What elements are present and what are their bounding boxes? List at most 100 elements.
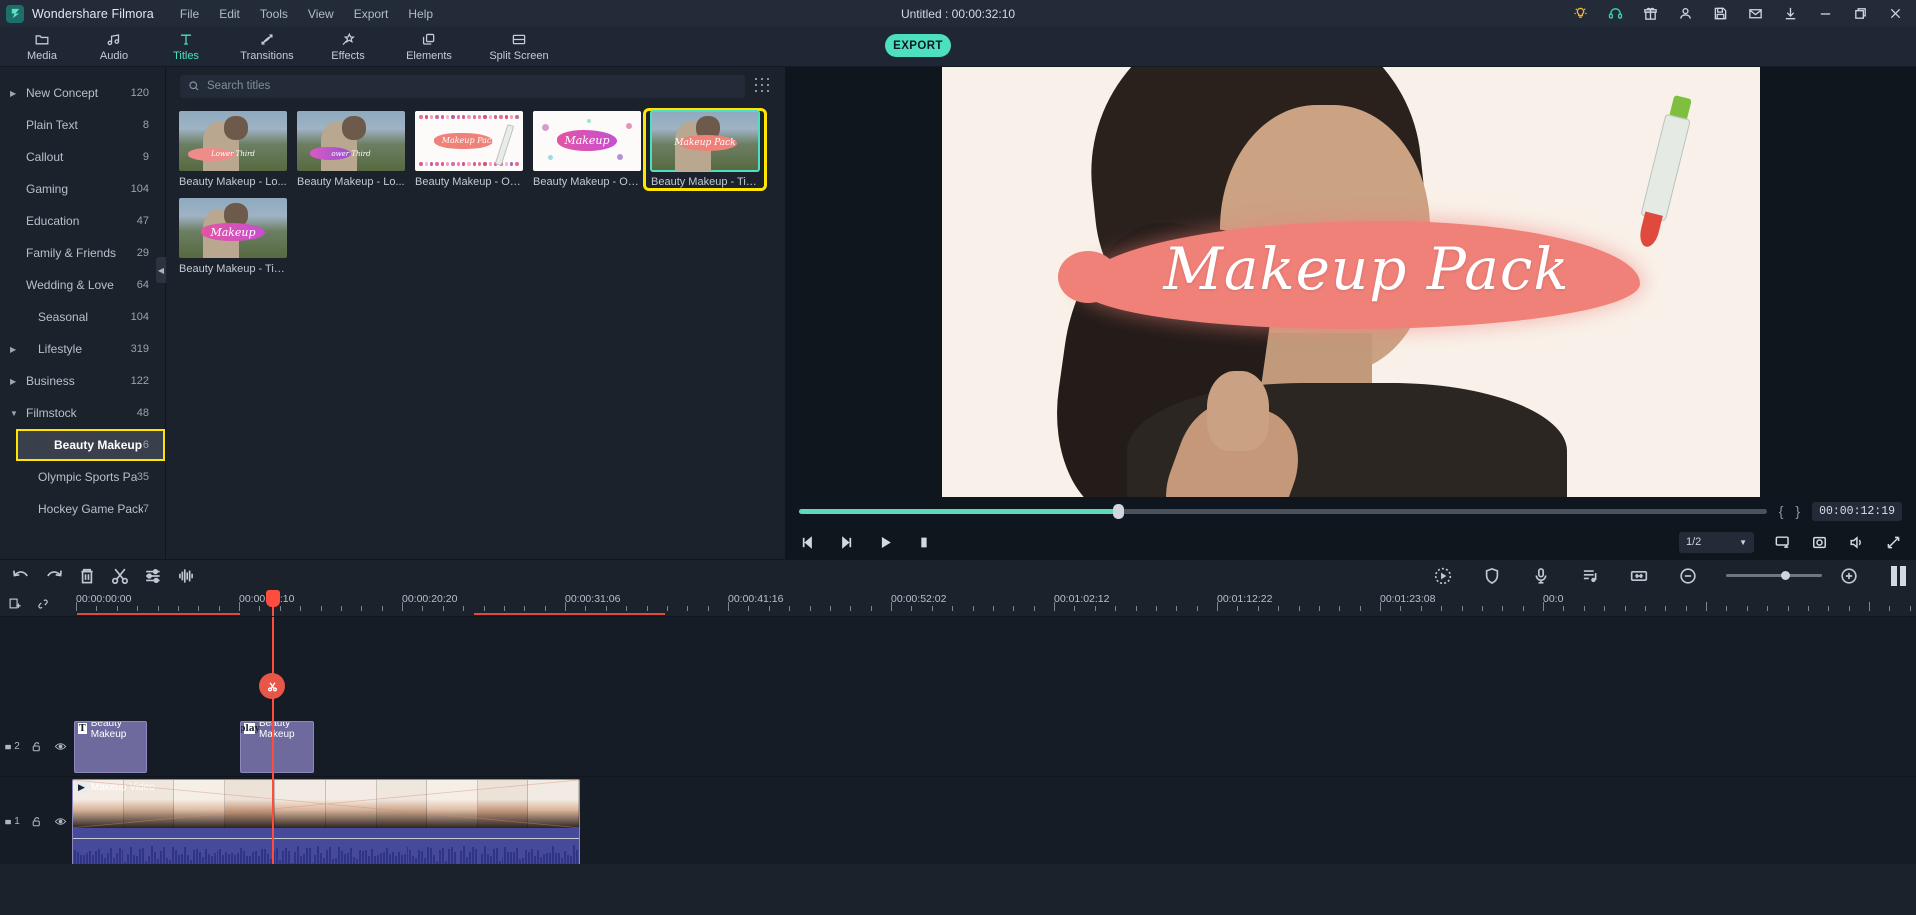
thumbnail-word: Makeup xyxy=(564,133,610,147)
track-row-2[interactable]: 2 T Beauty Makeup play Beauty Makeup xyxy=(0,717,1916,777)
record-button[interactable] xyxy=(1432,566,1454,586)
mark-out-button[interactable]: } xyxy=(1795,503,1800,519)
gift-icon[interactable] xyxy=(1642,5,1659,22)
chevron-down-icon[interactable]: ▼ xyxy=(10,409,22,418)
play-button[interactable] xyxy=(877,534,894,551)
tab-split-screen[interactable]: Split Screen xyxy=(474,32,564,62)
marker-button[interactable] xyxy=(1481,566,1503,586)
sidebar-item-beauty-makeup-p[interactable]: Beauty Makeup P.6 xyxy=(16,429,165,461)
redo-button[interactable] xyxy=(43,566,65,586)
title-thumbnail[interactable]: Makeup Beauty Makeup - Titl... xyxy=(174,198,292,275)
zoom-slider-handle[interactable] xyxy=(1781,571,1791,580)
lightbulb-icon[interactable] xyxy=(1572,5,1589,22)
stop-button[interactable] xyxy=(916,534,933,551)
menu-view[interactable]: View xyxy=(308,7,334,21)
chevron-right-icon[interactable]: ▶ xyxy=(10,89,22,98)
timeline-clip-title-2[interactable]: play Beauty Makeup xyxy=(240,721,314,773)
seek-handle[interactable] xyxy=(1113,503,1125,519)
sidebar-item-new-concept[interactable]: ▶ New Concept 120 xyxy=(0,77,165,109)
title-thumbnail[interactable]: ower Third Beauty Makeup - Lo... xyxy=(292,111,410,188)
menu-edit[interactable]: Edit xyxy=(219,7,240,21)
timeline-clip-video-1[interactable]: ▶ Makeup Video xyxy=(72,779,580,864)
ratio-dropdown[interactable]: 1/2 ▼ xyxy=(1679,531,1754,553)
timeline-tracks[interactable]: 2 T Beauty Makeup play Beauty Makeup 1 ▶… xyxy=(0,617,1916,864)
minimize-icon[interactable] xyxy=(1817,5,1834,22)
sidebar-item-family-friends[interactable]: Family & Friends 29 xyxy=(0,237,165,269)
chevron-right-icon[interactable]: ▶ xyxy=(10,345,22,354)
track-visibility-button-1[interactable] xyxy=(48,815,72,828)
sidebar-item-plain-text[interactable]: Plain Text 8 xyxy=(0,109,165,141)
tab-titles[interactable]: Titles xyxy=(150,32,222,62)
menu-export[interactable]: Export xyxy=(354,7,389,21)
close-icon[interactable] xyxy=(1887,5,1904,22)
settings-button[interactable] xyxy=(142,566,164,586)
preview-stage[interactable]: Makeup Pack xyxy=(785,67,1916,497)
ruler-playhead[interactable] xyxy=(266,590,280,616)
track-head-1: 1 xyxy=(0,777,72,864)
delete-button[interactable] xyxy=(76,566,98,586)
previous-frame-button[interactable] xyxy=(799,534,816,551)
tab-transitions[interactable]: Transitions xyxy=(222,32,312,62)
grid-dots-icon[interactable] xyxy=(755,78,771,94)
menu-file[interactable]: File xyxy=(180,7,199,21)
tab-elements[interactable]: Elements xyxy=(384,32,474,62)
ruler-tick xyxy=(768,606,770,611)
split-button[interactable] xyxy=(109,566,131,586)
fit-timeline-button[interactable] xyxy=(1628,566,1650,586)
sidebar-item-seasonal[interactable]: Seasonal 104 xyxy=(0,301,165,333)
title-thumbnail[interactable]: Makeup Beauty Makeup - Op... xyxy=(528,111,646,188)
sidebar-item-filmstock[interactable]: ▼ Filmstock 48 xyxy=(0,397,165,429)
track-lock-button-1[interactable] xyxy=(24,815,48,828)
maximize-icon[interactable] xyxy=(1852,5,1869,22)
sidebar-item-business[interactable]: ▶ Business 122 xyxy=(0,365,165,397)
menu-help[interactable]: Help xyxy=(408,7,433,21)
sidebar-item-olympic-sports-pac[interactable]: Olympic Sports Pac 35 xyxy=(0,461,165,493)
title-thumbnail[interactable]: Lower Third Beauty Makeup - Lo... xyxy=(174,111,292,188)
audio-detach-button[interactable] xyxy=(175,566,197,586)
title-thumbnail[interactable]: Makeup Pack Beauty Makeup - Titl... xyxy=(643,108,767,191)
timeline-ruler[interactable]: 00:00:00:0000:00:10:1000:00:20:2000:00:3… xyxy=(0,590,1916,617)
sidebar-collapse-handle[interactable]: ◀ xyxy=(156,257,166,283)
search-input[interactable] xyxy=(207,80,737,92)
fullscreen-button[interactable] xyxy=(1885,534,1902,551)
audio-mixer-button[interactable] xyxy=(1579,566,1601,586)
sidebar-item-gaming[interactable]: Gaming 104 xyxy=(0,173,165,205)
headset-icon[interactable] xyxy=(1607,5,1624,22)
display-settings-button[interactable] xyxy=(1774,534,1791,551)
title-thumbnail[interactable]: Makeup Pack Beauty Makeup - Op... xyxy=(410,111,528,188)
zoom-out-button[interactable] xyxy=(1677,566,1699,586)
save-icon[interactable] xyxy=(1712,5,1729,22)
pause-bars-icon[interactable] xyxy=(1891,565,1906,586)
track-visibility-button-2[interactable] xyxy=(48,740,72,753)
sidebar-item-callout[interactable]: Callout 9 xyxy=(0,141,165,173)
sidebar-item-wedding-love[interactable]: Wedding & Love 64 xyxy=(0,269,165,301)
sidebar-item-lifestyle[interactable]: ▶ Lifestyle 319 xyxy=(0,333,165,365)
export-button[interactable]: EXPORT xyxy=(885,34,951,57)
sidebar-item-hockey-game-pack[interactable]: Hockey Game Pack 7 xyxy=(0,493,165,525)
voiceover-button[interactable] xyxy=(1530,566,1552,586)
next-frame-button[interactable] xyxy=(838,534,855,551)
playhead-handle[interactable] xyxy=(266,590,280,607)
tab-media[interactable]: Media xyxy=(6,32,78,62)
account-icon[interactable] xyxy=(1677,5,1694,22)
split-marker[interactable] xyxy=(259,673,285,699)
track-row-1[interactable]: 1 ▶ Makeup Video xyxy=(0,777,1916,864)
zoom-in-button[interactable] xyxy=(1838,566,1860,586)
sidebar-item-education[interactable]: Education 47 xyxy=(0,205,165,237)
snapshot-button[interactable] xyxy=(1811,534,1828,551)
track-lock-button-2[interactable] xyxy=(24,740,48,753)
mail-icon[interactable] xyxy=(1747,5,1764,22)
seek-bar[interactable] xyxy=(799,503,1767,519)
volume-button[interactable] xyxy=(1848,534,1865,551)
undo-button[interactable] xyxy=(10,566,32,586)
search-box[interactable] xyxy=(180,74,745,98)
chevron-right-icon[interactable]: ▶ xyxy=(10,377,22,386)
mark-in-button[interactable]: { xyxy=(1779,503,1784,519)
tab-audio[interactable]: Audio xyxy=(78,32,150,62)
download-icon[interactable] xyxy=(1782,5,1799,22)
menu-tools[interactable]: Tools xyxy=(260,7,288,21)
zoom-slider[interactable] xyxy=(1726,571,1822,580)
timeline-clip-title-1[interactable]: T Beauty Makeup xyxy=(74,721,147,773)
tab-effects[interactable]: Effects xyxy=(312,32,384,62)
waveform-bar xyxy=(308,848,311,864)
